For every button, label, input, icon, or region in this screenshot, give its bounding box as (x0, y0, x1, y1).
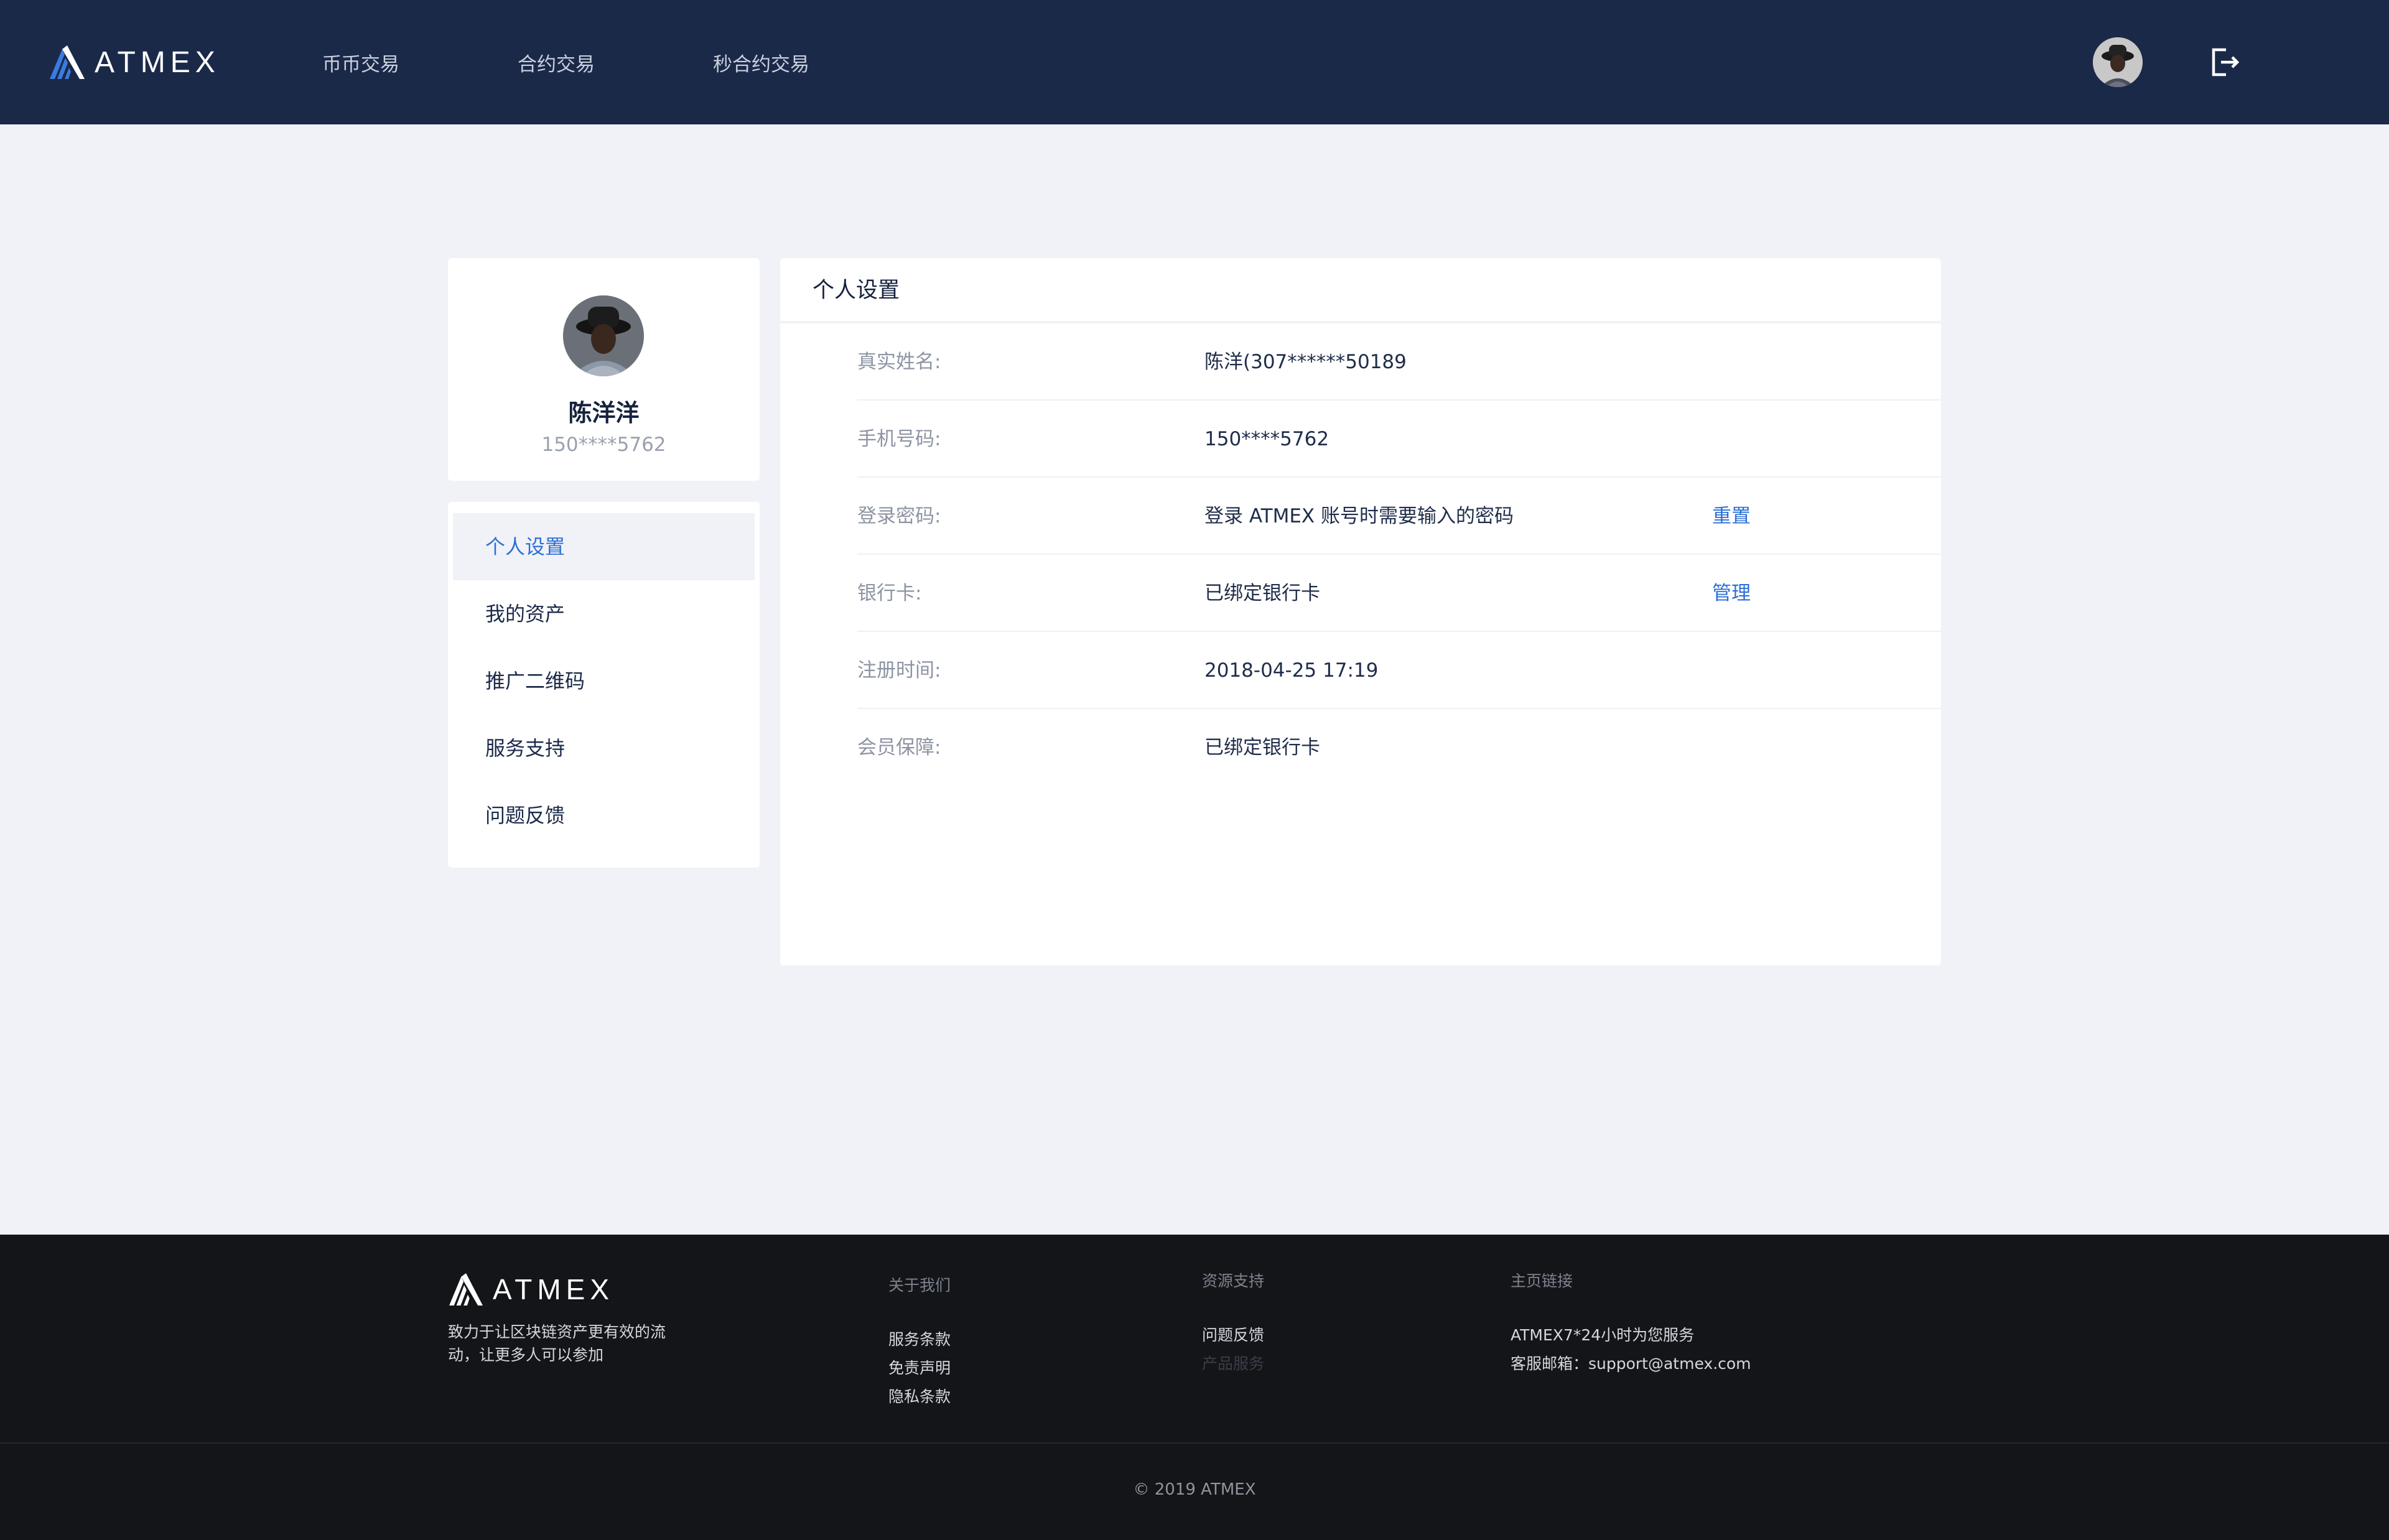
footer-resources-heading: 资源支持 (1202, 1272, 1265, 1290)
footer-logo[interactable]: ATMEX (448, 1272, 614, 1307)
side-menu: 个人设置 我的资产 推广二维码 服务支持 问题反馈 (448, 502, 760, 868)
page-footer: ATMEX 致力于让区块链资产更有效的流动，让更多人可以参加 关于我们 服务条款… (0, 1235, 2389, 1540)
user-avatar-icon (563, 295, 644, 376)
footer-link-privacy[interactable]: 隐私条款 (888, 1383, 951, 1411)
logout-button[interactable] (2207, 45, 2242, 80)
menu-item-promo-qrcode[interactable]: 推广二维码 (453, 647, 755, 715)
info-value: 已绑定银行卡 (1204, 582, 1320, 605)
info-row-membership: 会员保障: 已绑定银行卡 (857, 709, 1941, 786)
settings-panel: 个人设置 真实姓名: 陈洋(307******50189 手机号码: 150**… (780, 258, 1941, 965)
menu-item-personal-settings[interactable]: 个人设置 (453, 513, 755, 580)
logout-icon (2212, 48, 2240, 77)
header-avatar[interactable] (2093, 37, 2143, 87)
profile-card: 陈洋洋 150****5762 (448, 258, 760, 481)
copyright: © 2019 ATMEX (1133, 1480, 1256, 1499)
info-value: 已绑定银行卡 (1204, 736, 1320, 759)
info-value: 2018-04-25 17:19 (1204, 659, 1379, 682)
info-label: 真实姓名: (857, 351, 941, 373)
footer-link-terms[interactable]: 服务条款 (888, 1325, 951, 1354)
info-row-real-name: 真实姓名: 陈洋(307******50189 (857, 323, 1941, 401)
footer-link-product-service[interactable]: 产品服务 (1202, 1350, 1264, 1378)
info-row-register-time: 注册时间: 2018-04-25 17:19 (857, 632, 1941, 709)
reset-password-link[interactable]: 重置 (1712, 478, 1751, 555)
menu-item-my-assets[interactable]: 我的资产 (453, 580, 755, 647)
footer-home-links-heading: 主页链接 (1511, 1272, 1573, 1290)
user-avatar-icon (2093, 37, 2143, 87)
profile-name: 陈洋洋 (568, 399, 640, 427)
info-row-phone: 手机号码: 150****5762 (857, 401, 1941, 478)
footer-about-heading: 关于我们 (888, 1276, 951, 1294)
info-label: 会员保障: (857, 736, 941, 759)
top-header: ATMEX 币币交易 合约交易 秒合约交易 (0, 0, 2389, 124)
nav-contract-trading[interactable]: 合约交易 (518, 49, 595, 77)
menu-item-service-support[interactable]: 服务支持 (453, 715, 755, 782)
info-value: 150****5762 (1204, 428, 1330, 450)
atmex-logo-mark-icon (50, 45, 85, 79)
info-label: 手机号码: (857, 428, 941, 450)
manage-bank-card-link[interactable]: 管理 (1712, 555, 1751, 632)
atmex-logo-mark-icon (449, 1273, 483, 1306)
footer-tagline: 致力于让区块链资产更有效的流动，让更多人可以参加 (448, 1323, 666, 1364)
nav-spot-trading[interactable]: 币币交易 (322, 49, 399, 77)
footer-about-column: 关于我们 服务条款 免责声明 隐私条款 (888, 1273, 951, 1411)
info-row-bank-card: 银行卡: 已绑定银行卡 管理 (857, 555, 1941, 632)
info-value: 陈洋(307******50189 (1204, 351, 1407, 373)
panel-title: 个人设置 (780, 258, 1941, 323)
menu-item-feedback[interactable]: 问题反馈 (453, 782, 755, 849)
info-value: 登录 ATMEX 账号时需要输入的密码 (1204, 505, 1514, 527)
atmex-logo[interactable]: ATMEX (49, 44, 220, 81)
info-label: 银行卡: (857, 582, 922, 605)
profile-avatar[interactable] (563, 295, 644, 376)
info-label: 登录密码: (857, 505, 941, 527)
footer-service-hours: ATMEX7*24小时为您服务 (1511, 1326, 1695, 1344)
footer-logo-text: ATMEX (493, 1273, 615, 1306)
footer-link-disclaimer[interactable]: 免责声明 (888, 1354, 951, 1383)
footer-support-email: 客服邮箱：support@atmex.com (1511, 1355, 1751, 1373)
logo-text: ATMEX (95, 45, 220, 79)
footer-divider (0, 1442, 2389, 1444)
footer-home-links-column: 主页链接 ATMEX7*24小时为您服务 客服邮箱：support@atmex.… (1511, 1269, 1751, 1378)
footer-top: ATMEX 致力于让区块链资产更有效的流动，让更多人可以参加 关于我们 服务条款… (0, 1235, 2389, 1442)
profile-phone: 150****5762 (541, 434, 666, 456)
footer-resources-column: 资源支持 问题反馈 产品服务 (1202, 1269, 1264, 1378)
info-row-login-password: 登录密码: 登录 ATMEX 账号时需要输入的密码 重置 (857, 478, 1941, 555)
footer-link-feedback[interactable]: 问题反馈 (1202, 1321, 1264, 1350)
nav-second-contract-trading[interactable]: 秒合约交易 (713, 49, 809, 77)
info-label: 注册时间: (857, 659, 941, 682)
